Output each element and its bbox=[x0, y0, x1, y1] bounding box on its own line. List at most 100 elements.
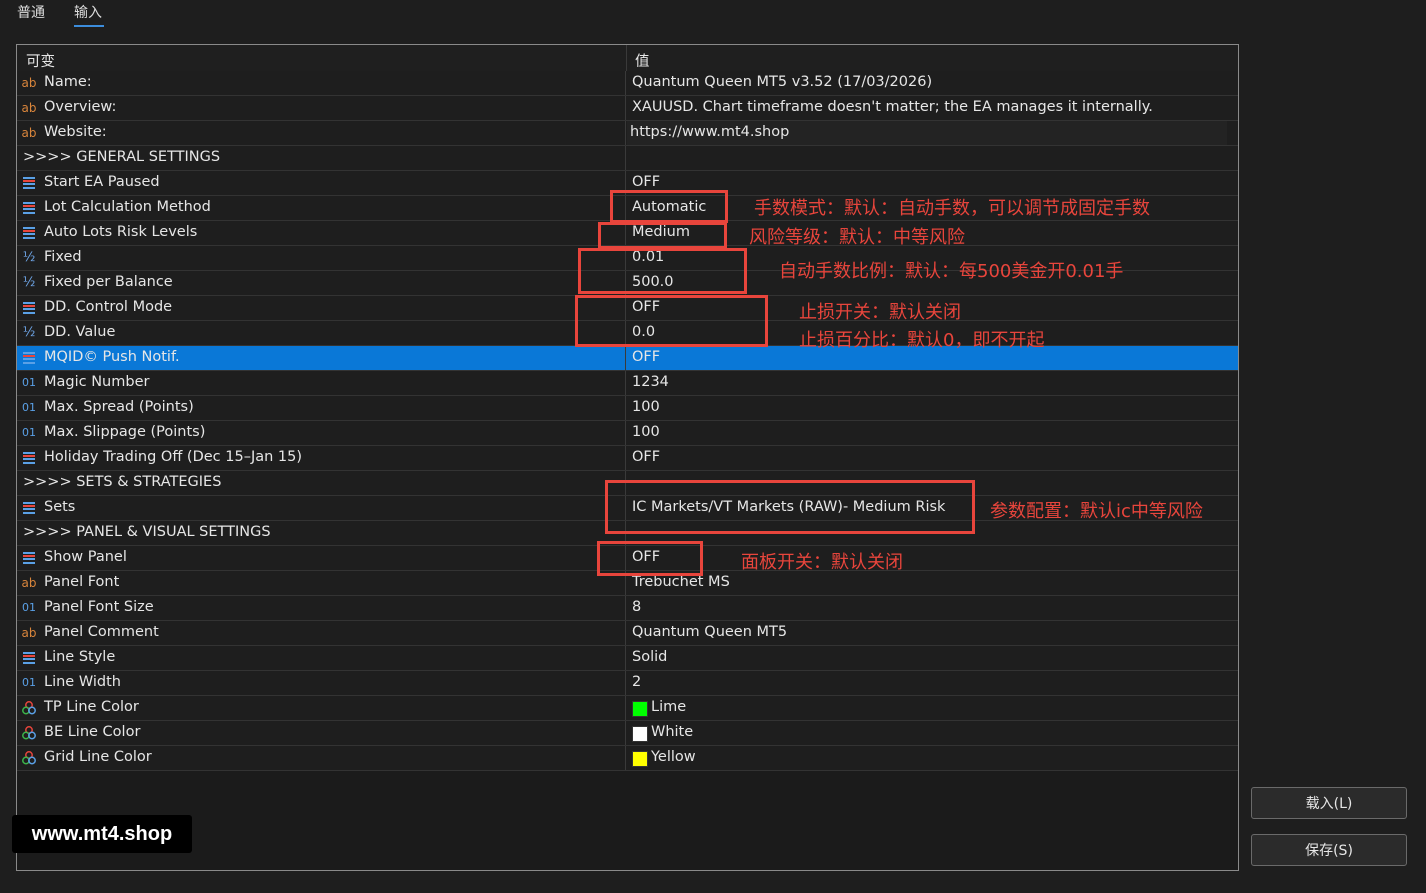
double-type-icon: ½ bbox=[22, 275, 36, 290]
section-header: >>>> GENERAL SETTINGS bbox=[23, 149, 221, 165]
table-row[interactable]: BE Line Color White bbox=[17, 721, 1238, 746]
color-swatch bbox=[632, 701, 648, 717]
variable-cell: 01 Max. Spread (Points) bbox=[17, 396, 626, 420]
variable-value: Solid bbox=[632, 649, 668, 665]
enum-type-icon bbox=[21, 200, 37, 216]
variable-cell: ab Name: bbox=[17, 71, 626, 95]
value-cell[interactable]: Trebuchet MS bbox=[627, 571, 1238, 595]
table-row[interactable]: ab Panel Comment Quantum Queen MT5 bbox=[17, 621, 1238, 646]
variable-cell: ½ Fixed per Balance bbox=[17, 271, 626, 295]
variable-name: Overview: bbox=[44, 99, 117, 115]
enum-type-icon bbox=[21, 350, 37, 366]
integer-type-icon: 01 bbox=[22, 426, 36, 439]
column-header-value[interactable]: 值 bbox=[635, 50, 650, 71]
value-cell[interactable]: 8 bbox=[627, 596, 1238, 620]
variable-cell: Show Panel bbox=[17, 546, 626, 570]
variable-name: Line Width bbox=[44, 674, 121, 690]
variable-cell: >>>> GENERAL SETTINGS bbox=[17, 146, 626, 170]
value-cell[interactable]: Solid bbox=[627, 646, 1238, 670]
variable-value: 100 bbox=[632, 424, 660, 440]
highlight-dd-control bbox=[575, 295, 768, 347]
table-row[interactable]: Holiday Trading Off (Dec 15–Jan 15) OFF bbox=[17, 446, 1238, 471]
tab-inputs[interactable]: 输入 bbox=[74, 2, 102, 22]
variable-value: Yellow bbox=[651, 749, 696, 765]
value-cell[interactable]: White bbox=[627, 721, 1238, 745]
variable-cell: Line Style bbox=[17, 646, 626, 670]
variable-name: Auto Lots Risk Levels bbox=[44, 224, 198, 240]
value-cell[interactable]: XAUUSD. Chart timeframe doesn't matter; … bbox=[627, 96, 1238, 120]
annotation-auto-lot-ratio: 自动手数比例：默认：每500美金开0.01手 bbox=[779, 261, 1124, 282]
string-type-icon: ab bbox=[21, 126, 37, 140]
value-cell[interactable]: Lime bbox=[627, 696, 1238, 720]
value-cell[interactable]: OFF bbox=[627, 546, 1238, 570]
variable-cell: DD. Control Mode bbox=[17, 296, 626, 320]
enum-type-icon bbox=[21, 550, 37, 566]
section-header: >>>> SETS & STRATEGIES bbox=[23, 474, 222, 490]
string-type-icon: ab bbox=[21, 76, 37, 90]
variable-name: Website: bbox=[44, 124, 107, 140]
value-cell[interactable]: 1234 bbox=[627, 371, 1238, 395]
load-button[interactable]: 载入(L) bbox=[1251, 787, 1407, 819]
enum-type-icon bbox=[21, 500, 37, 516]
value-cell[interactable]: Quantum Queen MT5 v3.52 (17/03/2026) bbox=[627, 71, 1238, 95]
table-row[interactable]: >>>> GENERAL SETTINGS bbox=[17, 146, 1238, 171]
value-cell[interactable]: 100 bbox=[627, 421, 1238, 445]
table-row[interactable]: ab Name: Quantum Queen MT5 v3.52 (17/03/20… bbox=[17, 71, 1238, 96]
variable-cell: Auto Lots Risk Levels bbox=[17, 221, 626, 245]
value-cell[interactable]: Yellow bbox=[627, 746, 1238, 770]
value-cell[interactable]: Quantum Queen MT5 bbox=[627, 621, 1238, 645]
value-cell[interactable]: 100 bbox=[627, 396, 1238, 420]
highlight-risk-level bbox=[598, 222, 727, 249]
value-cell[interactable]: https://www.mt4.shop bbox=[627, 121, 1238, 145]
table-row[interactable]: ab Website: https://www.mt4.shop bbox=[17, 121, 1238, 146]
table-row[interactable]: ab Overview: XAUUSD. Chart timeframe doesn… bbox=[17, 96, 1238, 121]
table-row[interactable]: 01 Magic Number 1234 bbox=[17, 371, 1238, 396]
column-header-variable[interactable]: 可变 bbox=[26, 50, 55, 71]
tab-general[interactable]: 普通 bbox=[17, 2, 45, 22]
table-row[interactable]: 01 Max. Slippage (Points) 100 bbox=[17, 421, 1238, 446]
string-type-icon: ab bbox=[21, 626, 37, 640]
variable-name: Name: bbox=[44, 74, 92, 90]
variable-name: Fixed bbox=[44, 249, 82, 265]
enum-type-icon bbox=[21, 225, 37, 241]
variable-cell: ab Overview: bbox=[17, 96, 626, 120]
tab-bar: 普通 输入 bbox=[0, 0, 1426, 34]
table-row[interactable]: MQID© Push Notif. OFF bbox=[17, 346, 1238, 371]
variable-name: Panel Font bbox=[44, 574, 120, 590]
variable-cell: ab Website: bbox=[17, 121, 626, 145]
annotation-sets: 参数配置：默认ic中等风险 bbox=[990, 501, 1203, 522]
variable-cell: Grid Line Color bbox=[17, 746, 626, 770]
table-row[interactable]: TP Line Color Lime bbox=[17, 696, 1238, 721]
variable-name: Grid Line Color bbox=[44, 749, 152, 765]
enum-type-icon bbox=[21, 175, 37, 191]
table-row[interactable]: 01 Panel Font Size 8 bbox=[17, 596, 1238, 621]
highlight-lot-method bbox=[610, 190, 728, 223]
annotation-lot-method: 手数模式：默认：自动手数，可以调节成固定手数 bbox=[754, 198, 1150, 219]
active-tab-indicator bbox=[74, 25, 104, 27]
variable-value: 1234 bbox=[632, 374, 669, 390]
variable-cell: ab Panel Font bbox=[17, 571, 626, 595]
variable-name: Lot Calculation Method bbox=[44, 199, 211, 215]
variable-cell: >>>> PANEL & VISUAL SETTINGS bbox=[17, 521, 626, 545]
highlight-show-panel bbox=[597, 541, 703, 576]
section-header: >>>> PANEL & VISUAL SETTINGS bbox=[23, 524, 271, 540]
column-divider bbox=[626, 45, 627, 71]
table-row[interactable]: Grid Line Color Yellow bbox=[17, 746, 1238, 771]
color-type-icon bbox=[21, 750, 37, 766]
table-row[interactable]: 01 Max. Spread (Points) 100 bbox=[17, 396, 1238, 421]
integer-type-icon: 01 bbox=[22, 601, 36, 614]
variable-cell: 01 Panel Font Size bbox=[17, 596, 626, 620]
variable-name: Magic Number bbox=[44, 374, 150, 390]
string-type-icon: ab bbox=[21, 576, 37, 590]
value-cell[interactable]: 2 bbox=[627, 671, 1238, 695]
variable-value: Trebuchet MS bbox=[632, 574, 730, 590]
table-row[interactable]: Line Style Solid bbox=[17, 646, 1238, 671]
variable-cell: 01 Magic Number bbox=[17, 371, 626, 395]
table-header: 可变 值 bbox=[17, 45, 1238, 71]
variable-name: TP Line Color bbox=[44, 699, 139, 715]
variable-value: Lime bbox=[651, 699, 687, 715]
value-cell[interactable]: OFF bbox=[627, 446, 1238, 470]
integer-type-icon: 01 bbox=[22, 401, 36, 414]
table-row[interactable]: 01 Line Width 2 bbox=[17, 671, 1238, 696]
save-button[interactable]: 保存(S) bbox=[1251, 834, 1407, 866]
